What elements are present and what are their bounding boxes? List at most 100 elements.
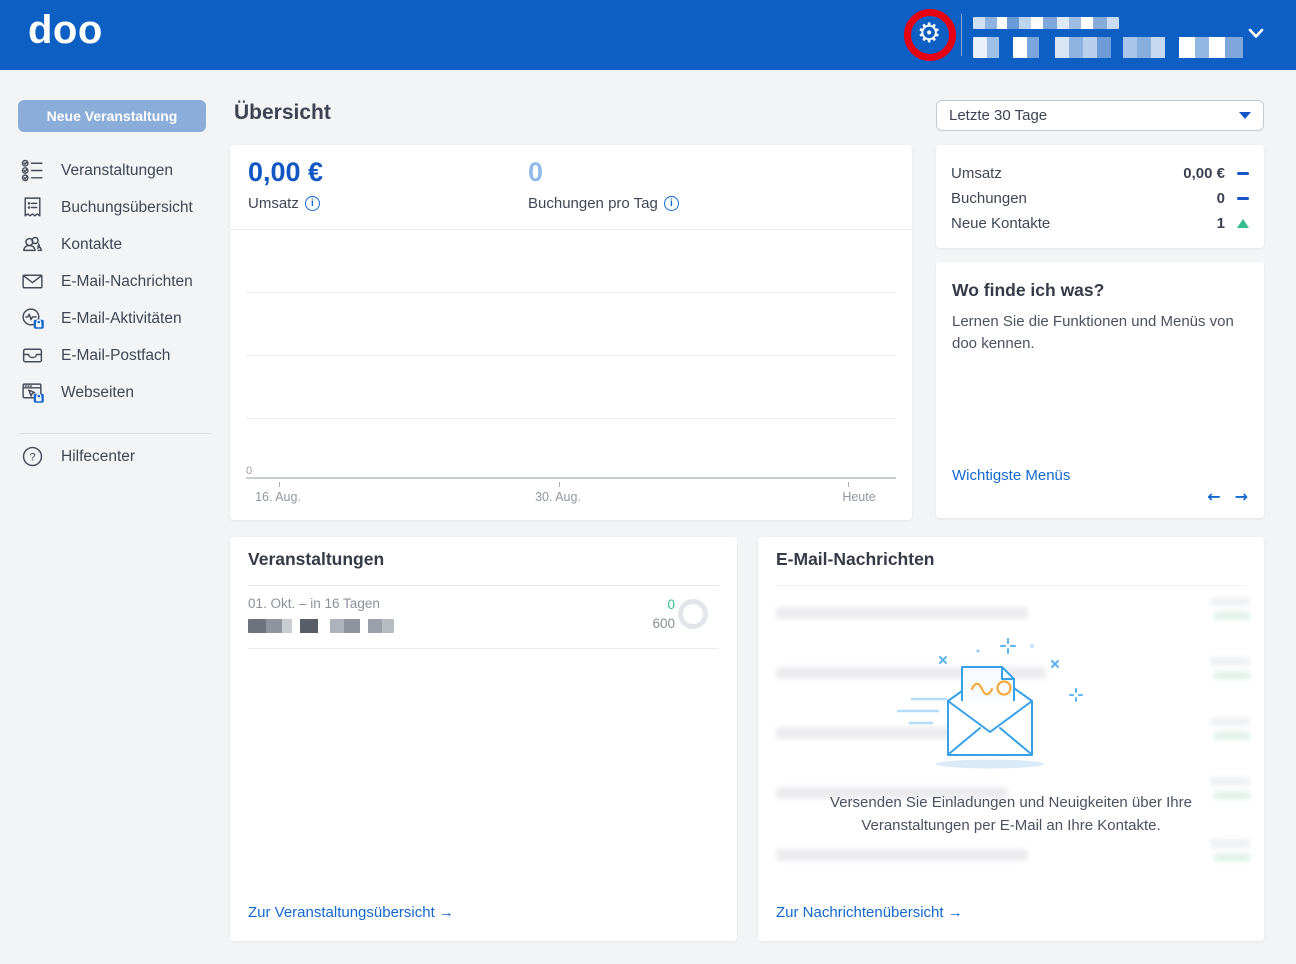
sidebar-item-label: Veranstaltungen bbox=[61, 162, 173, 180]
new-event-button[interactable]: Neue Veranstaltung bbox=[18, 100, 206, 132]
ghost-badge bbox=[1210, 717, 1250, 740]
sidebar-item-label: E-Mail-Aktivitäten bbox=[61, 310, 182, 328]
x-axis-tick bbox=[848, 482, 849, 487]
email-card-title: E-Mail-Nachrichten bbox=[776, 549, 935, 570]
chevron-down-icon[interactable] bbox=[1248, 28, 1264, 39]
info-icon[interactable]: i bbox=[305, 196, 320, 211]
card-divider bbox=[776, 585, 1246, 586]
booking-receipt-icon bbox=[20, 195, 45, 220]
chart-gridline bbox=[246, 355, 896, 356]
info-card-title: Wo finde ich was? bbox=[952, 280, 1248, 301]
umsatz-label: Umsatz bbox=[248, 195, 299, 212]
sidebar-item-label: Webseiten bbox=[61, 384, 134, 402]
info-icon[interactable]: i bbox=[664, 196, 679, 211]
event-capacity: 600 bbox=[652, 616, 675, 631]
bookings-metric: 0 Buchungen pro Tag i bbox=[528, 157, 679, 212]
x-axis-tick-label: 16. Aug. bbox=[255, 490, 301, 504]
stat-label: Neue Kontakte bbox=[951, 215, 1050, 232]
x-axis-tick-label: 30. Aug. bbox=[535, 490, 581, 504]
stat-row-neue-kontakte: Neue Kontakte 1 bbox=[951, 211, 1249, 236]
svg-text:?: ? bbox=[29, 452, 35, 464]
stat-row-buchungen: Buchungen 0 bbox=[951, 186, 1249, 211]
annotation-circle bbox=[904, 9, 956, 61]
event-list-icon bbox=[20, 158, 45, 183]
chart-gridline bbox=[246, 418, 896, 419]
onboarding-info-card: Wo finde ich was? Lernen Sie die Funktio… bbox=[936, 262, 1264, 518]
redacted-user-name bbox=[973, 37, 1243, 58]
sidebar-item-webseiten[interactable]: Webseiten bbox=[0, 374, 230, 411]
sidebar-item-veranstaltungen[interactable]: Veranstaltungen bbox=[0, 152, 230, 189]
messages-overview-link[interactable]: Zur Nachrichtenübersicht → bbox=[776, 904, 963, 921]
info-card-body: Lernen Sie die Funktionen und Menüs von … bbox=[952, 311, 1244, 355]
inbox-icon bbox=[20, 343, 45, 368]
sidebar-item-hilfecenter[interactable]: ? Hilfecenter bbox=[0, 438, 230, 475]
sidebar-menu: Veranstaltungen Buchungsübersicht Kontak… bbox=[0, 152, 230, 411]
sidebar-item-email-postfach[interactable]: E-Mail-Postfach bbox=[0, 337, 230, 374]
page-title: Übersicht bbox=[234, 101, 331, 125]
sidebar-help: ? Hilfecenter bbox=[0, 438, 230, 475]
caret-down-icon bbox=[1239, 112, 1251, 119]
stat-value: 0 bbox=[1217, 190, 1225, 207]
redacted-event-name[interactable] bbox=[248, 619, 394, 633]
ghost-badge bbox=[1210, 839, 1250, 862]
website-icon bbox=[20, 380, 45, 405]
event-progress-donut bbox=[678, 599, 708, 629]
stats-summary-card: Umsatz 0,00 € Buchungen 0 Neue Kontakte … bbox=[936, 145, 1264, 248]
email-messages-card: E-Mail-Nachrichten bbox=[758, 537, 1264, 941]
event-date: 01. Okt. – in 16 Tagen bbox=[248, 596, 380, 611]
ghost-email-row bbox=[776, 607, 1028, 619]
header-divider bbox=[961, 14, 962, 56]
sidebar-item-kontakte[interactable]: Kontakte bbox=[0, 226, 230, 263]
bookings-value: 0 bbox=[528, 157, 679, 188]
sidebar-item-label: Buchungsübersicht bbox=[61, 199, 193, 217]
stat-label: Umsatz bbox=[951, 165, 1002, 182]
sidebar-item-label: Kontakte bbox=[61, 236, 122, 254]
sidebar-item-buchungsuebersicht[interactable]: Buchungsübersicht bbox=[0, 189, 230, 226]
sidebar-item-label: E-Mail-Postfach bbox=[61, 347, 170, 365]
chart-x-axis bbox=[246, 477, 896, 479]
x-axis-tick-label: Heute bbox=[842, 490, 875, 504]
doo-logo[interactable]: doo bbox=[28, 8, 103, 53]
open-envelope-illustration bbox=[880, 637, 1110, 777]
x-axis-tick bbox=[279, 482, 280, 487]
stat-value: 0,00 € bbox=[1183, 165, 1225, 182]
umsatz-value: 0,00 € bbox=[248, 157, 323, 188]
x-axis-tick bbox=[559, 482, 560, 487]
trend-flat-icon bbox=[1225, 197, 1249, 201]
trend-flat-icon bbox=[1225, 172, 1249, 176]
trend-up-icon bbox=[1225, 219, 1249, 228]
chart-gridline bbox=[246, 292, 896, 293]
sidebar-item-email-aktivitaeten[interactable]: E-Mail-Aktivitäten bbox=[0, 300, 230, 337]
event-sold-count: 0 bbox=[667, 597, 675, 612]
envelope-icon bbox=[20, 269, 45, 294]
contacts-icon bbox=[20, 232, 45, 257]
next-arrow-icon[interactable]: → bbox=[1235, 487, 1248, 506]
doo-dashboard: doo ⚙ Neue Veranstaltung Veranstaltungen bbox=[0, 0, 1296, 964]
sidebar-item-label: Hilfecenter bbox=[61, 448, 135, 466]
date-range-selected: Letzte 30 Tage bbox=[949, 107, 1047, 124]
stat-label: Buchungen bbox=[951, 190, 1027, 207]
carousel-arrows: ← → bbox=[1207, 487, 1248, 506]
date-range-select[interactable]: Letzte 30 Tage bbox=[936, 100, 1264, 131]
sidebar-item-email-nachrichten[interactable]: E-Mail-Nachrichten bbox=[0, 263, 230, 300]
help-icon: ? bbox=[20, 444, 45, 469]
redacted-account-name bbox=[973, 17, 1119, 29]
stat-value: 1 bbox=[1217, 215, 1225, 232]
activity-icon bbox=[20, 306, 45, 331]
ghost-email-row bbox=[776, 849, 1028, 861]
top-header: doo ⚙ bbox=[0, 0, 1296, 70]
ghost-badge bbox=[1210, 597, 1250, 620]
sidebar-divider bbox=[18, 433, 210, 434]
chart-divider bbox=[230, 229, 912, 230]
wichtigste-menus-link[interactable]: Wichtigste Menüs bbox=[952, 467, 1070, 484]
revenue-chart-card: 0,00 € Umsatz i 0 Buchungen pro Tag i 0 … bbox=[230, 145, 912, 520]
sidebar-item-label: E-Mail-Nachrichten bbox=[61, 273, 193, 291]
bookings-label: Buchungen pro Tag bbox=[528, 195, 658, 212]
events-overview-link[interactable]: Zur Veranstaltungsübersicht → bbox=[248, 904, 454, 921]
email-empty-state-text: Versenden Sie Einladungen und Neuigkeite… bbox=[798, 792, 1224, 837]
y-axis-tick-label: 0 bbox=[246, 465, 252, 477]
card-divider bbox=[248, 648, 719, 649]
ghost-badge bbox=[1210, 657, 1250, 680]
umsatz-metric: 0,00 € Umsatz i bbox=[248, 157, 323, 212]
prev-arrow-icon[interactable]: ← bbox=[1207, 487, 1220, 506]
